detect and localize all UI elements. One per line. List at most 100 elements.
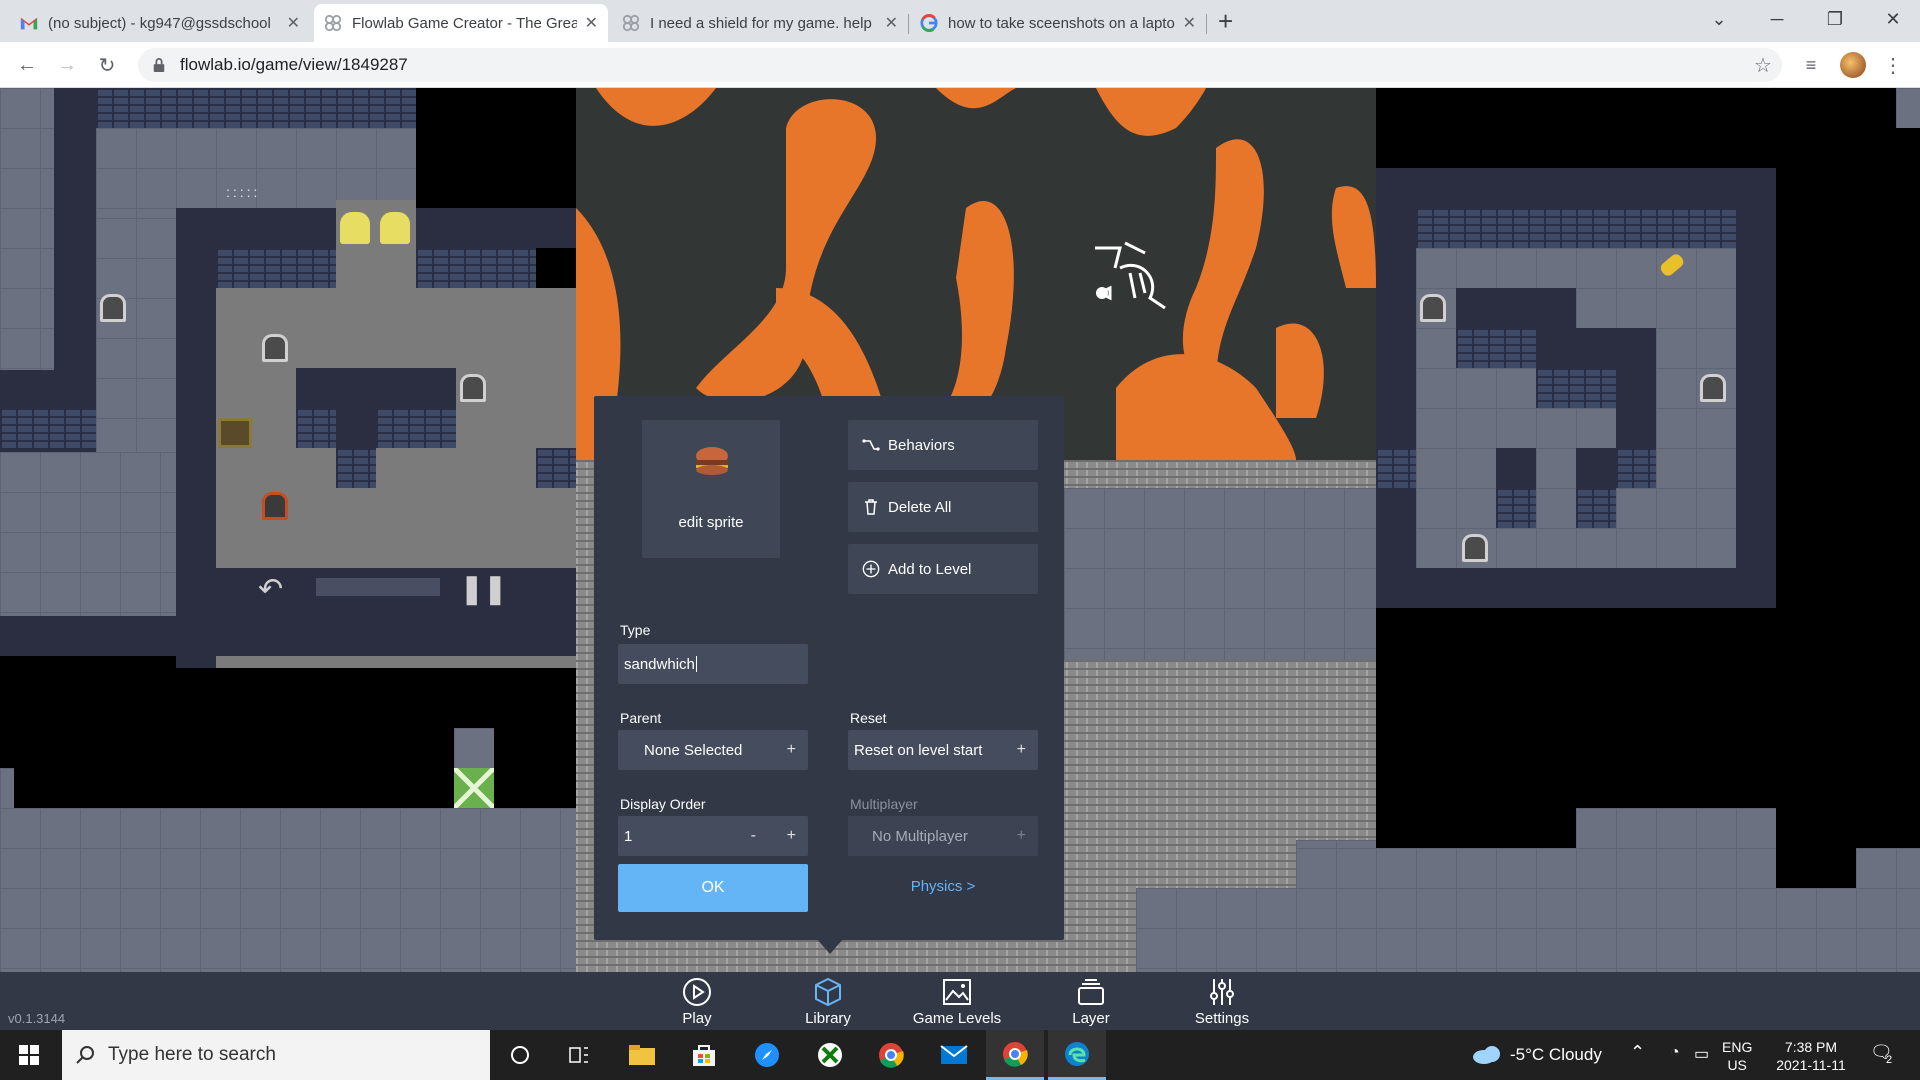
type-input[interactable]: sandwhich xyxy=(618,644,808,684)
add-to-level-button[interactable]: Add to Level xyxy=(848,544,1038,594)
xbox-icon[interactable] xyxy=(801,1030,859,1080)
windows-start-icon[interactable] xyxy=(0,1030,58,1080)
floor-tiles xyxy=(0,768,14,808)
chrome-menu-icon[interactable]: ⋮ xyxy=(1878,50,1908,80)
brick-wall xyxy=(296,408,336,448)
close-window-icon[interactable]: ✕ xyxy=(1864,0,1920,38)
exit-block-icon xyxy=(452,766,496,810)
floor-tiles xyxy=(0,88,54,370)
floor-tiles xyxy=(0,452,176,616)
flowlab-icon xyxy=(324,14,342,32)
tab-google[interactable]: how to take sceenshots on a laptop ✕ xyxy=(910,4,1206,42)
dungeon-wall xyxy=(0,616,576,656)
tray-chevron-icon[interactable]: ⌃ xyxy=(1630,1042,1645,1063)
bookmark-star-icon[interactable]: ☆ xyxy=(1748,50,1778,80)
undo-icon[interactable]: ↶ xyxy=(258,572,283,607)
library-button[interactable]: Library xyxy=(773,976,883,1027)
time-text: 7:38 PM xyxy=(1784,1039,1838,1055)
clock[interactable]: 7:38 PM 2021-11-11 xyxy=(1766,1038,1856,1074)
search-placeholder: Type here to search xyxy=(108,1044,276,1065)
browser-toolbar: ← → ↻ flowlab.io/game/view/1849287 ☆ ≡ ⋮ xyxy=(0,42,1920,88)
reset-add-button[interactable]: + xyxy=(1017,741,1026,759)
gmail-icon xyxy=(20,17,38,30)
multiplayer-select: No Multiplayer + xyxy=(848,816,1038,856)
knight-enemy-icon xyxy=(1420,294,1446,322)
close-tab-icon[interactable]: ✕ xyxy=(585,13,598,33)
close-tab-icon[interactable]: ✕ xyxy=(885,13,898,33)
tab-flowlab[interactable]: Flowlab Game Creator - The Great ✕ xyxy=(314,4,608,42)
date-text: 2021-11-11 xyxy=(1776,1057,1846,1073)
restore-icon[interactable]: ❐ xyxy=(1806,0,1864,38)
play-button[interactable]: Play xyxy=(642,976,752,1027)
battery-icon[interactable]: ▭ xyxy=(1694,1044,1709,1064)
parent-value: None Selected xyxy=(644,741,743,759)
play-label: Play xyxy=(682,1010,712,1027)
brick-wall xyxy=(536,448,576,488)
network-icon[interactable]: ◔ xyxy=(1670,1044,1680,1062)
close-tab-icon[interactable]: ✕ xyxy=(287,13,300,33)
language-indicator[interactable]: ENG US xyxy=(1722,1038,1752,1074)
safari-style-icon[interactable] xyxy=(738,1030,796,1080)
parent-select[interactable]: None Selected + xyxy=(618,730,808,770)
parent-add-button[interactable]: + xyxy=(787,741,796,759)
knight-enemy-icon xyxy=(1700,374,1726,402)
tab-gmail[interactable]: (no subject) - kg947@gssdschool ✕ xyxy=(10,4,310,42)
dungeon-wall xyxy=(54,88,96,370)
close-tab-icon[interactable]: ✕ xyxy=(1183,13,1196,33)
dungeon-wall xyxy=(1536,328,1656,368)
reset-select[interactable]: Reset on level start + xyxy=(848,730,1038,770)
file-explorer-icon[interactable] xyxy=(613,1030,671,1080)
display-order-decrement[interactable]: - xyxy=(751,827,756,845)
add-to-level-label: Add to Level xyxy=(888,560,972,578)
new-tab-button[interactable]: + xyxy=(1218,6,1233,37)
floor-tiles xyxy=(1856,848,1920,888)
library-label: Library xyxy=(805,1010,851,1027)
media-control-icon[interactable]: ≡ xyxy=(1796,50,1826,80)
weather-text[interactable]: -5°C Cloudy xyxy=(1510,1045,1602,1065)
address-bar[interactable]: flowlab.io/game/view/1849287 xyxy=(138,48,1782,82)
minimize-icon[interactable]: ─ xyxy=(1748,0,1806,38)
back-icon[interactable]: ← xyxy=(12,50,42,80)
taskbar-search-input[interactable]: Type here to search xyxy=(62,1030,490,1080)
dots-decoration: ::::: xyxy=(226,184,261,200)
behaviors-button[interactable]: Behaviors xyxy=(848,420,1038,470)
profile-avatar[interactable] xyxy=(1840,52,1866,78)
behaviors-icon xyxy=(862,436,880,454)
lock-icon xyxy=(153,58,165,72)
brick-wall xyxy=(1616,448,1656,488)
brick-wall xyxy=(96,88,416,128)
brick-wall xyxy=(216,248,336,288)
task-view-icon[interactable] xyxy=(550,1030,608,1080)
game-levels-button[interactable]: Game Levels xyxy=(902,976,1012,1027)
cube-icon xyxy=(815,977,841,1007)
settings-button[interactable]: Settings xyxy=(1167,976,1277,1027)
display-order-increment[interactable]: + xyxy=(787,827,796,845)
edge-icon[interactable] xyxy=(1048,1030,1106,1080)
brick-wall xyxy=(1576,488,1616,528)
sandwich-sprite-icon xyxy=(696,447,728,475)
parent-label: Parent xyxy=(620,710,662,726)
microsoft-store-icon[interactable] xyxy=(675,1030,733,1080)
cortana-icon[interactable] xyxy=(491,1030,549,1080)
edit-sprite-button[interactable]: edit sprite xyxy=(642,420,780,558)
reload-icon[interactable]: ↻ xyxy=(92,50,122,80)
lock-block-icon xyxy=(380,212,410,244)
ok-button[interactable]: OK xyxy=(618,864,808,912)
tab-search-icon[interactable]: ⌄ xyxy=(1690,0,1748,38)
tab-flowlab-forum[interactable]: I need a shield for my game. help ✕ xyxy=(612,4,908,42)
knight-enemy-icon xyxy=(100,294,126,322)
physics-link[interactable]: Physics > xyxy=(848,878,1038,895)
mail-icon[interactable] xyxy=(925,1030,983,1080)
chrome-icon[interactable] xyxy=(862,1030,920,1080)
player-icon xyxy=(262,492,288,520)
skeleton-dragon-icon xyxy=(1090,238,1170,318)
floor-tiles xyxy=(96,218,176,468)
url-text: flowlab.io/game/view/1849287 xyxy=(180,55,408,74)
display-order-stepper[interactable]: 1 - + xyxy=(618,816,808,856)
pause-icon[interactable]: ❚❚ xyxy=(460,572,507,605)
forward-icon[interactable]: → xyxy=(52,50,82,80)
behaviors-label: Behaviors xyxy=(888,436,955,454)
delete-all-button[interactable]: Delete All xyxy=(848,482,1038,532)
chrome-profile-icon[interactable] xyxy=(986,1030,1044,1080)
layer-button[interactable]: Layer xyxy=(1036,976,1146,1027)
